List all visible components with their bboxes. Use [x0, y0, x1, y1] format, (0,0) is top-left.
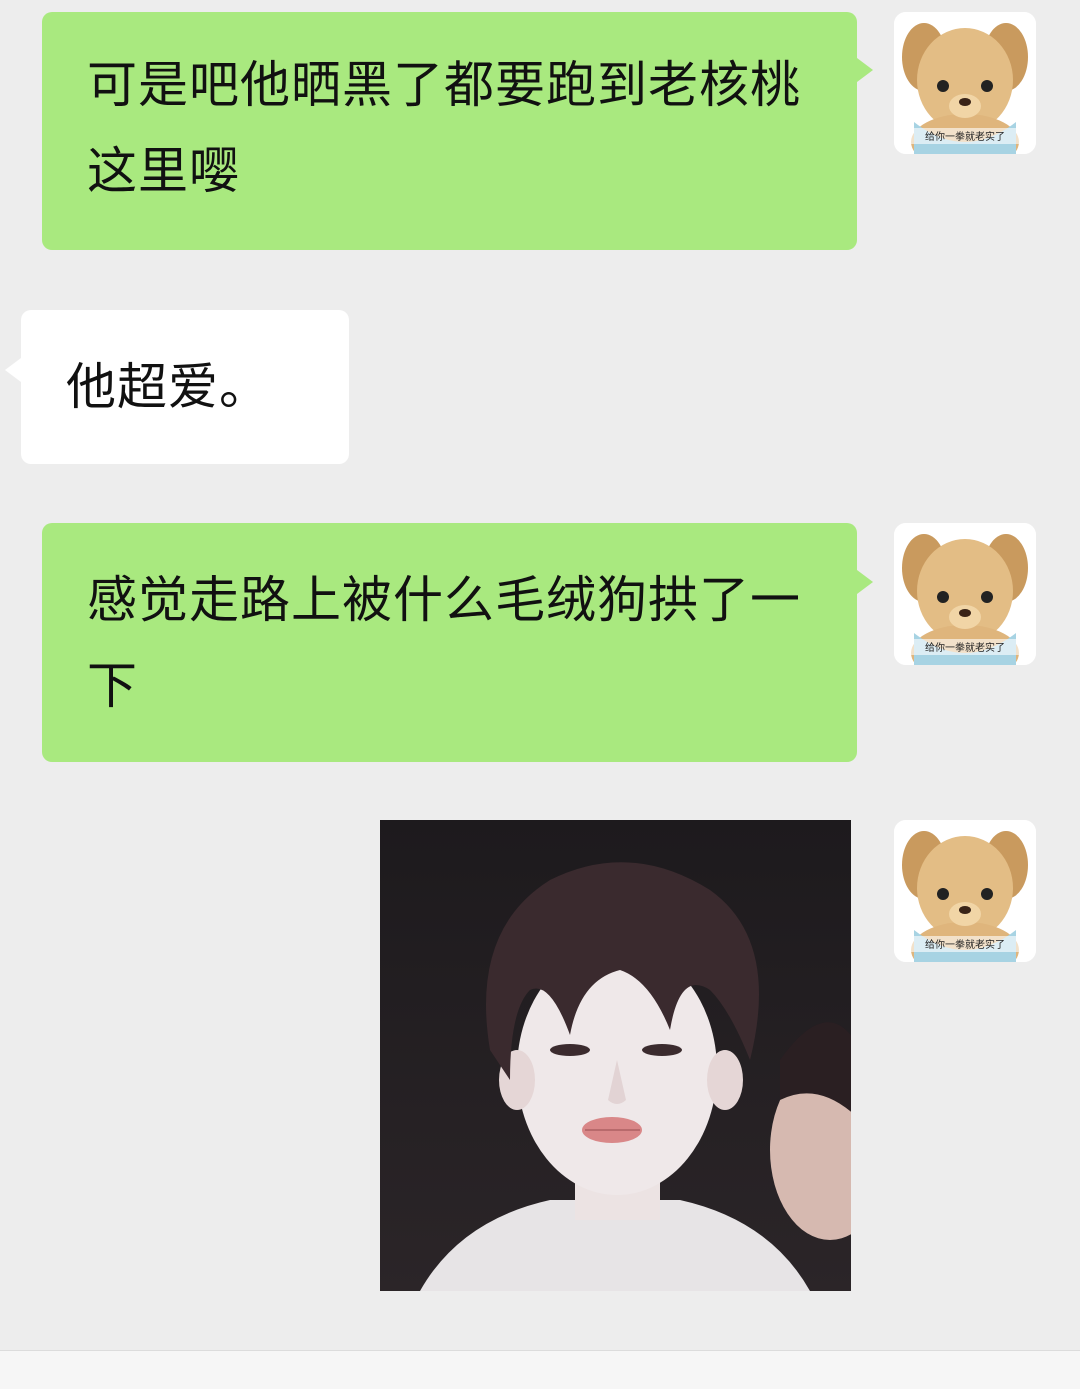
avatar-caption: 给你一拳就老实了 — [925, 130, 1005, 143]
teddy-bear-avatar-icon: 给你一拳就老实了 — [894, 523, 1036, 665]
message-bubble-received[interactable]: 他超爱。 — [21, 310, 349, 464]
message-text: 可是吧他晒黑了都要跑到老核桃这里嘤 — [87, 56, 801, 200]
input-bar[interactable] — [0, 1350, 1080, 1389]
message-bubble-sent[interactable]: 可是吧他晒黑了都要跑到老核桃这里嘤 — [42, 12, 857, 250]
avatar-caption: 给你一拳就老实了 — [925, 641, 1005, 654]
bubble-tail — [857, 570, 873, 594]
avatar[interactable]: 给你一拳就老实了 — [894, 12, 1036, 154]
avatar[interactable]: 给你一拳就老实了 — [894, 820, 1036, 962]
teddy-bear-avatar-icon: 给你一拳就老实了 — [894, 12, 1036, 154]
bubble-tail — [857, 58, 873, 82]
photo-boy-pouting-icon — [380, 820, 851, 1291]
image-message[interactable] — [380, 820, 851, 1291]
bubble-tail — [5, 358, 21, 382]
avatar[interactable]: 给你一拳就老实了 — [894, 523, 1036, 665]
message-text: 感觉走路上被什么毛绒狗拱了一下 — [87, 571, 801, 715]
avatar-caption: 给你一拳就老实了 — [925, 938, 1005, 951]
teddy-bear-avatar-icon: 给你一拳就老实了 — [894, 820, 1036, 962]
message-bubble-sent[interactable]: 感觉走路上被什么毛绒狗拱了一下 — [42, 523, 857, 762]
message-text: 他超爱。 — [66, 358, 270, 416]
